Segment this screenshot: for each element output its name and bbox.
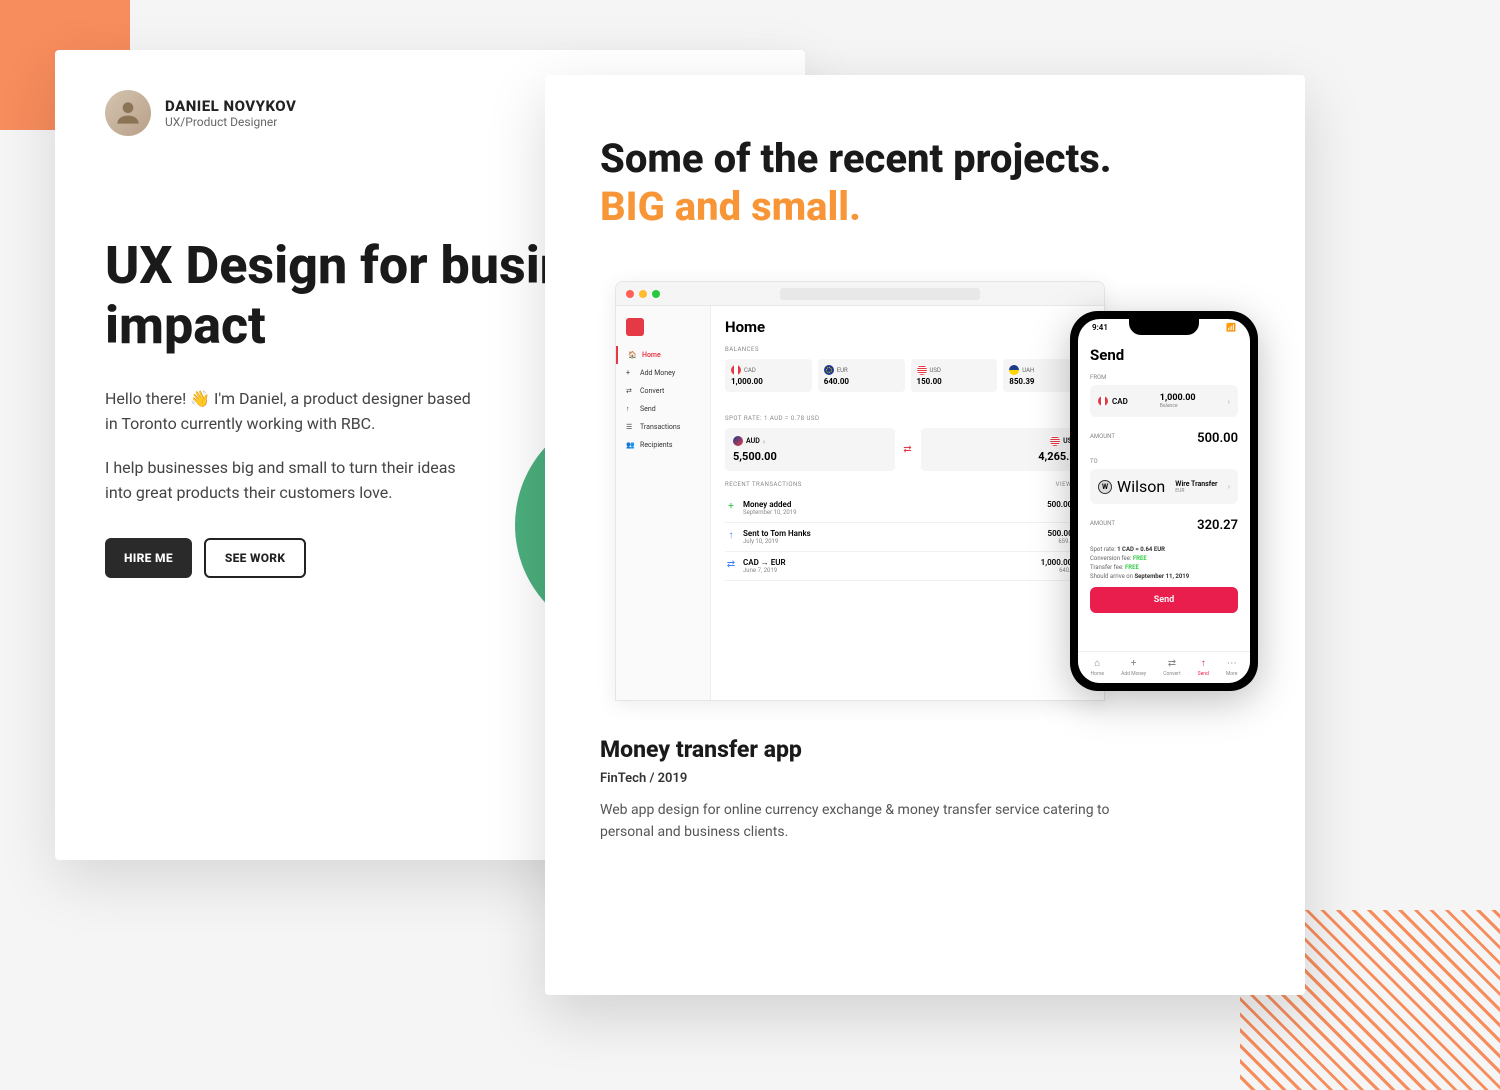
home-icon: 🏠 bbox=[628, 351, 636, 359]
phone-mockup: 9:41📶 Send FROM CAD 1,000.00Balance › AM… bbox=[1070, 311, 1258, 691]
convert-from[interactable]: AUD ›5,500.00 bbox=[725, 428, 895, 471]
recent-tx-label: RECENT TRANSACTIONS bbox=[725, 481, 802, 488]
plus-icon: + bbox=[1131, 658, 1137, 669]
amount-label: AMOUNT bbox=[1090, 433, 1115, 440]
project-description: Web app design for online currency excha… bbox=[600, 800, 1160, 843]
to-amount-label: AMOUNT bbox=[1090, 520, 1115, 527]
spot-rate-label: SPOT RATE: 1 AUD = 0.78 USD bbox=[725, 415, 819, 422]
designer-name: DANIEL NOVYKOV bbox=[165, 97, 296, 115]
flag-aud-icon bbox=[733, 436, 743, 446]
page-title: Home bbox=[725, 318, 1090, 336]
plus-icon: + bbox=[626, 369, 634, 377]
swap-icon: ⇄ bbox=[1168, 658, 1176, 669]
flag-cad-icon bbox=[731, 365, 741, 375]
mockup-container: 🏠Home +Add Money ⇄Convert ↑Send ☰Transac… bbox=[600, 281, 1250, 711]
see-work-button[interactable]: SEE WORK bbox=[204, 538, 306, 578]
url-bar bbox=[780, 288, 980, 300]
recipient-card[interactable]: WWilson Wire TransferEUR › bbox=[1090, 469, 1238, 504]
designer-role: UX/Product Designer bbox=[165, 115, 296, 129]
sidebar-item-add[interactable]: +Add Money bbox=[616, 364, 710, 382]
send-icon: ↑ bbox=[626, 405, 634, 413]
browser-chrome bbox=[616, 282, 1104, 306]
flag-uah-icon bbox=[1009, 365, 1019, 375]
tx-row[interactable]: +Money addedSeptember 10, 2019500.00 CAD bbox=[725, 494, 1090, 523]
tx-row[interactable]: ↑Sent to Tom HanksJuly 10, 2019500.00 US… bbox=[725, 523, 1090, 552]
list-icon: ☰ bbox=[626, 423, 634, 431]
sidebar-item-convert[interactable]: ⇄Convert bbox=[616, 382, 710, 400]
chevron-right-icon: › bbox=[1228, 482, 1230, 491]
from-currency-card[interactable]: CAD 1,000.00Balance › bbox=[1090, 385, 1238, 417]
sidebar-item-tx[interactable]: ☰Transactions bbox=[616, 418, 710, 436]
flag-usd-icon bbox=[1050, 436, 1060, 446]
traffic-light-min-icon bbox=[639, 290, 647, 298]
hero-paragraph-1: Hello there! 👋 I'm Daniel, a product des… bbox=[105, 386, 485, 437]
arrow-up-icon: ↑ bbox=[725, 529, 737, 541]
swap-currencies-icon[interactable]: ⇄ bbox=[901, 443, 915, 457]
app-main: Home BALANCESADD + CAD1,000.00 EUR640.00… bbox=[711, 306, 1104, 700]
avatar bbox=[105, 90, 151, 136]
amount-value[interactable]: 500.00 bbox=[1197, 431, 1238, 446]
tab-send[interactable]: ↑Send bbox=[1198, 658, 1209, 677]
sidebar-item-recipients[interactable]: 👥Recipients bbox=[616, 436, 710, 454]
sidebar-item-send[interactable]: ↑Send bbox=[616, 400, 710, 418]
app-sidebar: 🏠Home +Add Money ⇄Convert ↑Send ☰Transac… bbox=[616, 306, 711, 700]
balance-card-cad[interactable]: CAD1,000.00 bbox=[725, 359, 812, 392]
home-icon: ⌂ bbox=[1094, 658, 1100, 669]
more-icon: ⋯ bbox=[1227, 658, 1237, 669]
project-meta: FinTech / 2019 bbox=[600, 771, 1250, 786]
balance-card-eur[interactable]: EUR640.00 bbox=[818, 359, 905, 392]
plus-icon: + bbox=[725, 500, 737, 512]
from-label: FROM bbox=[1090, 374, 1238, 381]
flag-usd-icon bbox=[917, 365, 927, 375]
hire-me-button[interactable]: HIRE ME bbox=[105, 538, 192, 578]
hero-paragraph-2: I help businesses big and small to turn … bbox=[105, 455, 485, 506]
flag-cad-icon bbox=[1098, 396, 1108, 406]
balances-label: BALANCES bbox=[725, 346, 759, 353]
tab-add[interactable]: +Add Money bbox=[1121, 658, 1146, 677]
send-icon: ↑ bbox=[1201, 658, 1206, 669]
sidebar-item-home[interactable]: 🏠Home bbox=[616, 346, 710, 364]
recipient-avatar-icon: W bbox=[1098, 480, 1112, 494]
convert-to[interactable]: USD ›4,265.21 bbox=[921, 428, 1091, 471]
balance-nav-arrows[interactable]: ← → bbox=[725, 398, 1090, 407]
wave-icon: 👋 bbox=[190, 389, 210, 408]
tab-home[interactable]: ⌂Home bbox=[1091, 658, 1104, 677]
identity: DANIEL NOVYKOV UX/Product Designer bbox=[105, 90, 296, 136]
swap-icon: ⇄ bbox=[725, 558, 737, 570]
tab-convert[interactable]: ⇄Convert bbox=[1163, 658, 1180, 677]
phone-notch bbox=[1129, 319, 1199, 335]
send-button[interactable]: Send bbox=[1090, 587, 1238, 613]
traffic-light-max-icon bbox=[652, 290, 660, 298]
app-logo-icon bbox=[626, 318, 644, 336]
swap-icon: ⇄ bbox=[626, 387, 634, 395]
phone-tab-bar: ⌂Home +Add Money ⇄Convert ↑Send ⋯More bbox=[1078, 651, 1250, 683]
people-icon: 👥 bbox=[626, 441, 634, 449]
tab-more[interactable]: ⋯More bbox=[1226, 658, 1238, 677]
phone-screen-title: Send bbox=[1090, 346, 1238, 364]
rate-info: Spot rate: 1 CAD = 0.64 EUR Conversion f… bbox=[1090, 545, 1238, 581]
tx-row[interactable]: ⇄CAD → EURJune 7, 20191,000.00 CAD640.00… bbox=[725, 552, 1090, 581]
traffic-light-close-icon bbox=[626, 290, 634, 298]
chevron-right-icon: › bbox=[1228, 397, 1230, 406]
to-amount-value: 320.27 bbox=[1197, 518, 1238, 533]
browser-mockup: 🏠Home +Add Money ⇄Convert ↑Send ☰Transac… bbox=[615, 281, 1105, 701]
balance-card-usd[interactable]: USD150.00 bbox=[911, 359, 998, 392]
projects-heading: Some of the recent projects. BIG and sma… bbox=[600, 135, 1250, 231]
to-label: TO bbox=[1090, 458, 1238, 465]
projects-card: Some of the recent projects. BIG and sma… bbox=[545, 75, 1305, 995]
signal-icon: 📶 bbox=[1226, 323, 1236, 332]
project-title: Money transfer app bbox=[600, 736, 1250, 763]
flag-eur-icon bbox=[824, 365, 834, 375]
